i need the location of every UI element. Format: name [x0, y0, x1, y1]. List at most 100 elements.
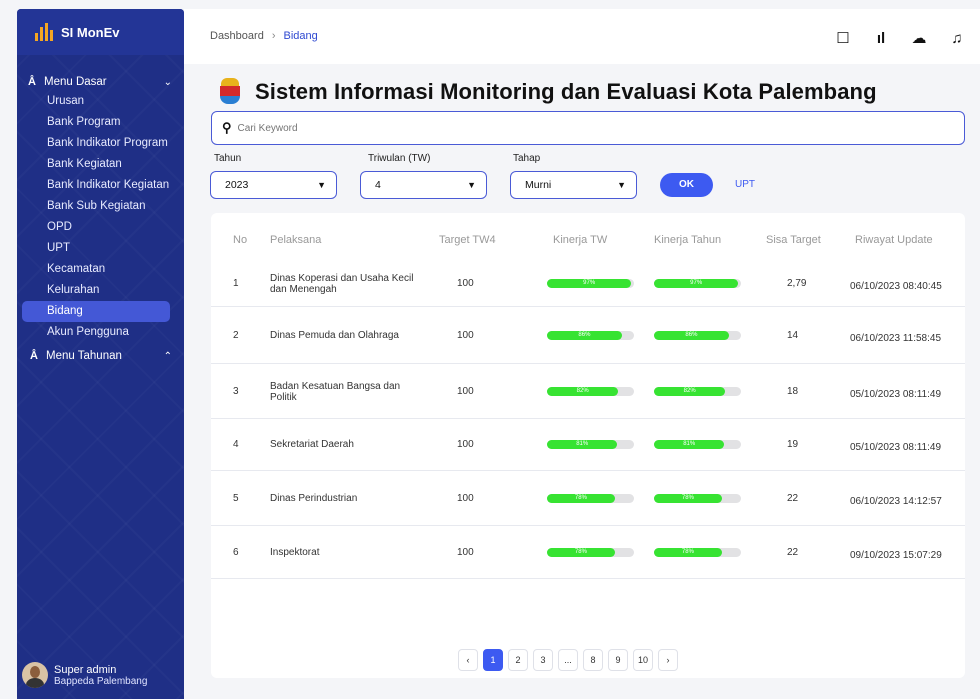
pagination-page-button[interactable]: 10 — [633, 649, 654, 671]
cell-no: 2 — [233, 330, 239, 341]
caret-down-icon: ▼ — [617, 180, 626, 190]
sidebar-item-bank-sub-kegiatan[interactable]: Bank Sub Kegiatan — [17, 196, 184, 217]
kinerja-tahun-progress-fill: 97% — [654, 279, 739, 288]
pagination-page-button[interactable]: 9 — [608, 649, 628, 671]
breadcrumb-bidang[interactable]: Bidang — [284, 30, 318, 42]
kinerja-tahun-progress: 78% — [654, 548, 741, 557]
col-header-kinerja-tahun: Kinerja Tahun — [654, 234, 722, 246]
kinerja-tw-progress-fill: 82% — [547, 387, 619, 396]
cell-pelaksana: Inspektorat — [270, 547, 320, 558]
cell-target: 100 — [457, 330, 474, 341]
bell-icon[interactable]: ♫ — [948, 30, 966, 47]
user-profile[interactable]: Super admin Bappeda Palembang — [22, 662, 147, 688]
sidebar-item-urusan[interactable]: Urusan — [17, 91, 184, 112]
logo-icon — [35, 23, 53, 41]
kinerja-tw-progress-fill: 97% — [547, 279, 632, 288]
search-input[interactable] — [237, 122, 838, 134]
cell-riwayat-update: 06/10/2023 14:12:57 — [850, 496, 942, 507]
sidebar-item-bank-indikator-kegiatan[interactable]: Bank Indikator Kegiatan — [17, 175, 184, 196]
kinerja-tahun-progress-fill: 81% — [654, 440, 725, 449]
pagination-page-button[interactable]: 1 — [483, 649, 503, 671]
data-table: No Pelaksana Target TW4 Kinerja TW Kiner… — [211, 213, 965, 678]
tahap-select[interactable]: Murni ▼ — [510, 171, 637, 199]
kinerja-tahun-progress: 97% — [654, 279, 741, 288]
table-row[interactable]: 6 Inspektorat 100 78% 78% 22 09/10/2023 15:07:… — [211, 526, 965, 579]
cell-sisa-target: 18 — [787, 386, 799, 397]
chevron-down-icon: ⌄ — [163, 76, 172, 88]
chart-icon[interactable]: ıl — [872, 30, 890, 47]
caret-down-icon: ▼ — [317, 180, 326, 190]
pagination-page-button[interactable]: 8 — [583, 649, 603, 671]
tahun-label: Tahun — [214, 153, 242, 164]
pagination: ‹ 1 2 3... 8 9 10 › — [458, 649, 679, 671]
sidebar-item-bank-kegiatan[interactable]: Bank Kegiatan — [17, 154, 184, 175]
table-row[interactable]: 4 Sekretariat Daerah 100 81% 81% 19 05/10/2023… — [211, 419, 965, 471]
kinerja-tw-progress: 97% — [547, 279, 634, 288]
table-row[interactable]: 1 Dinas Koperasi dan Usaha Kecil dan Mene… — [211, 261, 965, 307]
triwulan-select[interactable]: 4 ▼ — [360, 171, 487, 199]
cell-riwayat-update: 06/10/2023 11:58:45 — [850, 333, 942, 344]
triwulan-label: Triwulan (TW) — [368, 153, 431, 164]
kinerja-tw-progress-fill: 78% — [547, 494, 615, 503]
sidebar-item-kelurahan[interactable]: Kelurahan — [17, 280, 184, 301]
breadcrumb-dashboard[interactable]: Dashboard — [210, 30, 264, 42]
cell-sisa-target: 14 — [787, 330, 799, 341]
kinerja-tw-progress: 78% — [547, 494, 634, 503]
tahun-select[interactable]: 2023 ▼ — [210, 171, 337, 199]
sidebar-item-upt[interactable]: UPT — [17, 238, 184, 259]
col-header-kinerja-tw: Kinerja TW — [553, 234, 608, 246]
table-row[interactable]: 5 Dinas Perindustrian 100 78% 78% 22 06/10/202… — [211, 471, 965, 526]
top-icons: ☐ ıl ☁ ♫ — [834, 29, 966, 48]
pagination-page-button[interactable]: 3 — [533, 649, 553, 671]
sidebar-item-bank-indikator-program[interactable]: Bank Indikator Program — [17, 133, 184, 154]
kinerja-tahun-progress: 78% — [654, 494, 741, 503]
cell-riwayat-update: 05/10/2023 08:11:49 — [850, 442, 942, 453]
cell-pelaksana: Dinas Koperasi dan Usaha Kecil dan Menen… — [270, 273, 414, 295]
menu-tahunan-toggle[interactable]: Å Menu Tahunan ⌃ — [17, 347, 184, 365]
breadcrumb-separator: › — [271, 30, 276, 42]
cell-target: 100 — [457, 439, 474, 450]
cell-no: 6 — [233, 547, 239, 558]
kinerja-tahun-progress-fill: 78% — [654, 548, 722, 557]
triwulan-value: 4 — [375, 179, 381, 191]
menu-dasar-toggle[interactable]: Å Menu Dasar ⌄ — [17, 73, 184, 91]
cell-riwayat-update: 05/10/2023 08:11:49 — [850, 389, 942, 400]
ok-button[interactable]: OK — [660, 173, 713, 197]
cell-target: 100 — [457, 493, 474, 504]
cell-sisa-target: 22 — [787, 493, 799, 504]
kinerja-tahun-progress: 81% — [654, 440, 741, 449]
avatar — [22, 662, 48, 688]
sidebar-header: SI MonEv — [17, 9, 184, 55]
sidebar-item-kecamatan[interactable]: Kecamatan — [17, 259, 184, 280]
pagination-page-button[interactable]: 2 — [508, 649, 528, 671]
kinerja-tw-progress-fill: 86% — [547, 331, 622, 340]
pagination-page-button[interactable]: ... — [558, 649, 578, 671]
search-bar[interactable]: ⚲ — [211, 111, 965, 145]
chevron-up-icon: ⌃ — [163, 350, 172, 362]
col-header-sisa-target: Sisa Target — [766, 234, 821, 246]
col-header-no: No — [233, 234, 248, 246]
sidebar-item-bidang[interactable]: Bidang — [22, 301, 170, 322]
pagination-next-button[interactable]: › — [658, 649, 679, 671]
message-icon[interactable]: ☐ — [834, 29, 852, 47]
sidebar-item-opd[interactable]: OPD — [17, 217, 184, 238]
cell-no: 3 — [233, 386, 239, 397]
table-row[interactable]: 3 Badan Kesatuan Bangsa dan Politik 100 82%… — [211, 364, 965, 419]
cell-riwayat-update: 06/10/2023 08:40:45 — [850, 281, 942, 292]
kinerja-tw-progress: 81% — [547, 440, 634, 449]
upt-link[interactable]: UPT — [735, 179, 755, 190]
cell-pelaksana: Badan Kesatuan Bangsa dan Politik — [270, 381, 401, 403]
cell-no: 4 — [233, 439, 239, 450]
pagination-prev-button[interactable]: ‹ — [458, 649, 478, 671]
cloud-upload-icon[interactable]: ☁ — [910, 29, 928, 47]
kinerja-tw-progress: 86% — [547, 331, 634, 340]
sidebar-item-bank-program[interactable]: Bank Program — [17, 112, 184, 133]
kinerja-tahun-progress-fill: 86% — [654, 331, 729, 340]
brand-name: SI MonEv — [61, 24, 120, 40]
user-name: Super admin — [54, 663, 117, 676]
table-row[interactable]: 2 Dinas Pemuda dan Olahraga 100 86% 86% 14 06/… — [211, 307, 965, 364]
sidebar-item-akun-pengguna[interactable]: Akun Pengguna — [17, 322, 184, 343]
tahap-label: Tahap — [513, 153, 541, 164]
menu-tahunan-icon: Å — [30, 350, 38, 362]
kinerja-tw-progress: 78% — [547, 548, 634, 557]
